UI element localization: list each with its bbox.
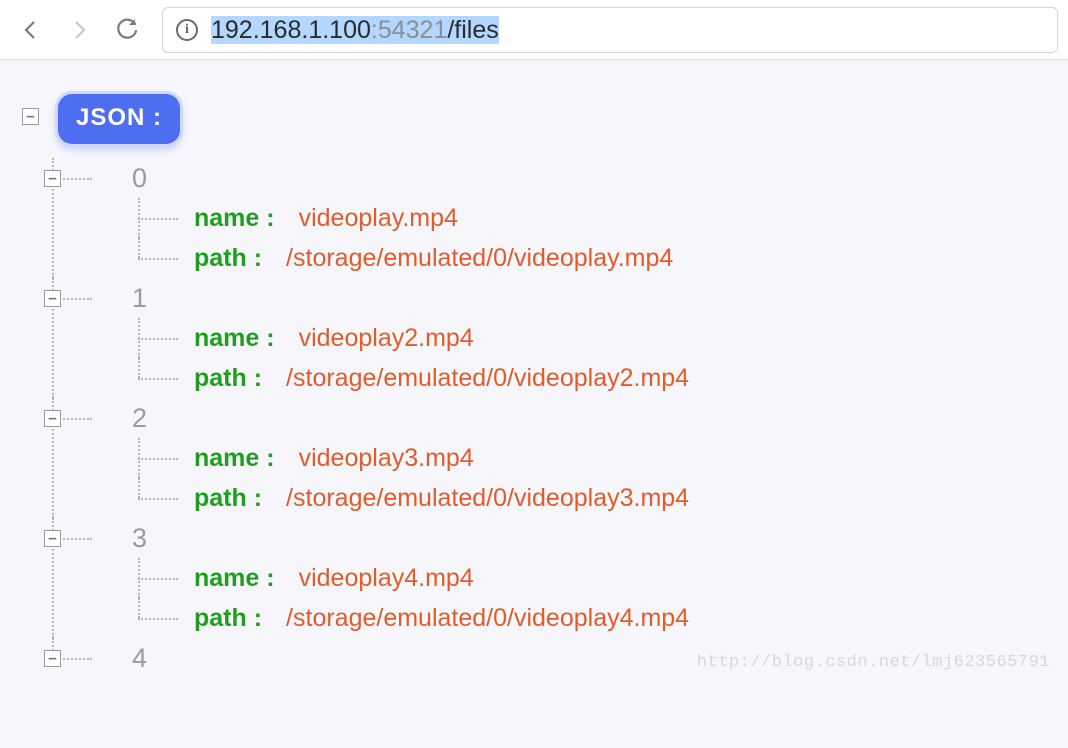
property-value: videoplay.mp4 xyxy=(299,204,458,233)
json-property: path : /storage/emulated/0/videoplay.mp4 xyxy=(132,238,1046,278)
property-key: path : xyxy=(194,244,262,273)
address-bar[interactable]: i 192.168.1.100:54321/files xyxy=(162,7,1058,53)
property-key: path : xyxy=(194,604,262,633)
json-root-badge[interactable]: JSON : xyxy=(58,94,180,144)
json-property: name : videoplay4.mp4 xyxy=(132,558,1046,598)
json-array-item: − 1 name : videoplay2.mp4 path : /storag… xyxy=(80,278,1046,398)
collapse-toggle[interactable]: − xyxy=(44,290,61,307)
json-tree: − 0 name : videoplay.mp4 path : /storage… xyxy=(22,158,1046,678)
arrow-left-icon xyxy=(19,18,43,42)
property-value: videoplay2.mp4 xyxy=(299,324,474,353)
collapse-toggle[interactable]: − xyxy=(44,650,61,667)
array-index: 1 xyxy=(132,283,147,314)
array-index: 0 xyxy=(132,163,147,194)
url-text: 192.168.1.100:54321/files xyxy=(211,7,499,53)
collapse-toggle[interactable]: − xyxy=(44,530,61,547)
property-key: path : xyxy=(194,484,262,513)
root-collapse-toggle[interactable]: − xyxy=(22,108,39,125)
property-value: /storage/emulated/0/videoplay3.mp4 xyxy=(286,484,689,513)
url-host: 192.168.1.100 xyxy=(211,16,371,44)
property-value: /storage/emulated/0/videoplay2.mp4 xyxy=(286,364,689,393)
array-index: 2 xyxy=(132,403,147,434)
reload-button[interactable] xyxy=(106,9,148,51)
json-array-item: − 3 name : videoplay4.mp4 path : /storag… xyxy=(80,518,1046,638)
arrow-right-icon xyxy=(67,18,91,42)
info-icon[interactable]: i xyxy=(173,16,201,44)
url-path: /files xyxy=(447,16,498,44)
json-array-item: − 2 name : videoplay3.mp4 path : /storag… xyxy=(80,398,1046,518)
reload-icon xyxy=(115,18,139,42)
property-key: name : xyxy=(194,564,275,593)
url-port: :54321 xyxy=(371,16,447,44)
back-button[interactable] xyxy=(10,9,52,51)
property-value: videoplay4.mp4 xyxy=(299,564,474,593)
json-viewer: − JSON : − 0 name : videoplay.mp4 path :… xyxy=(0,60,1068,678)
property-value: videoplay3.mp4 xyxy=(299,444,474,473)
property-key: name : xyxy=(194,324,275,353)
property-key: path : xyxy=(194,364,262,393)
json-property: path : /storage/emulated/0/videoplay3.mp… xyxy=(132,478,1046,518)
property-key: name : xyxy=(194,204,275,233)
property-value: /storage/emulated/0/videoplay4.mp4 xyxy=(286,604,689,633)
browser-toolbar: i 192.168.1.100:54321/files xyxy=(0,0,1068,60)
json-array-item: − 0 name : videoplay.mp4 path : /storage… xyxy=(80,158,1046,278)
collapse-toggle[interactable]: − xyxy=(44,170,61,187)
forward-button[interactable] xyxy=(58,9,100,51)
json-property: name : videoplay3.mp4 xyxy=(132,438,1046,478)
json-property: name : videoplay.mp4 xyxy=(132,198,1046,238)
json-property: path : /storage/emulated/0/videoplay4.mp… xyxy=(132,598,1046,638)
array-index: 4 xyxy=(132,643,147,674)
array-index: 3 xyxy=(132,523,147,554)
property-key: name : xyxy=(194,444,275,473)
collapse-toggle[interactable]: − xyxy=(44,410,61,427)
json-array-item: − 4 xyxy=(80,638,1046,678)
json-property: name : videoplay2.mp4 xyxy=(132,318,1046,358)
property-value: /storage/emulated/0/videoplay.mp4 xyxy=(286,244,673,273)
json-property: path : /storage/emulated/0/videoplay2.mp… xyxy=(132,358,1046,398)
